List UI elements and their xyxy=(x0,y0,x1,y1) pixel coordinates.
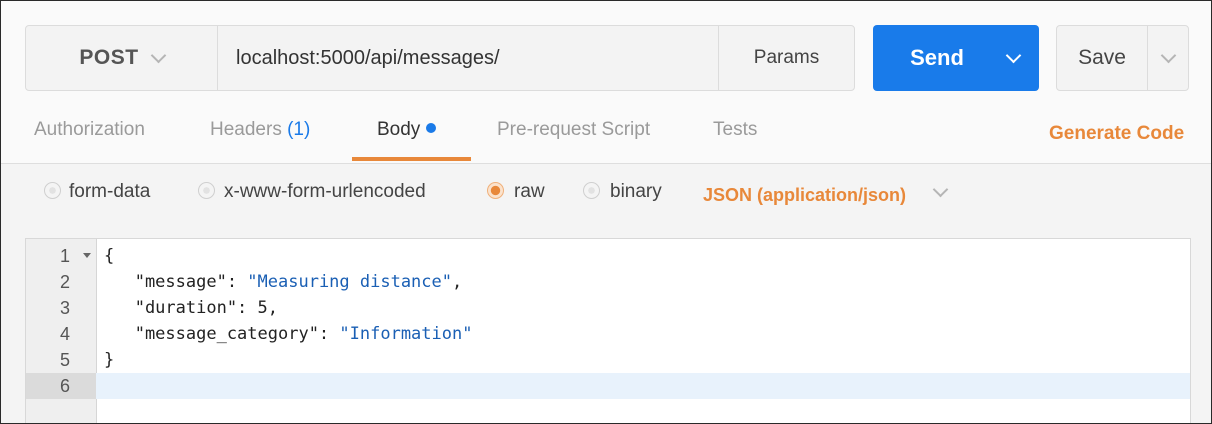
chevron-down-icon[interactable] xyxy=(932,181,949,198)
tab-headers[interactable]: Headers (1) xyxy=(210,119,310,141)
radio-label-raw[interactable]: raw xyxy=(514,181,545,203)
radio-x-www-form-urlencoded[interactable] xyxy=(198,182,215,199)
tab-label: Pre-request Script xyxy=(497,119,651,140)
content-type-select[interactable]: JSON (application/json) xyxy=(703,185,906,206)
radio-binary[interactable] xyxy=(583,182,600,199)
editor-line: 1 { xyxy=(26,243,1190,269)
fold-arrow-icon[interactable] xyxy=(83,253,91,258)
line-number: 6 xyxy=(26,373,96,399)
method-label: POST xyxy=(79,46,139,69)
save-button[interactable]: Save xyxy=(1057,26,1148,90)
method-select[interactable]: POST xyxy=(26,26,218,90)
editor-line-current: 6 xyxy=(26,373,1190,399)
radio-form-data[interactable] xyxy=(44,182,61,199)
tab-label: Tests xyxy=(713,119,758,140)
send-button-group: Send xyxy=(873,25,1039,91)
body-editor[interactable]: 1 { 2 "message": "Measuring distance", 3… xyxy=(25,238,1191,423)
modified-dot-icon xyxy=(426,123,437,133)
code-text: { xyxy=(104,246,115,266)
line-number: 4 xyxy=(59,324,70,344)
tab-tests[interactable]: Tests xyxy=(713,119,757,141)
save-button-group: Save xyxy=(1056,25,1189,91)
send-button[interactable]: Send xyxy=(873,25,987,91)
code-text: "message": "Measuring distance", xyxy=(104,272,463,292)
tab-label: Headers xyxy=(210,119,282,140)
postman-request-panel: POST localhost:5000/api/messages/ Params… xyxy=(0,0,1212,424)
tab-authorization[interactable]: Authorization xyxy=(34,119,145,141)
headers-count-badge: (1) xyxy=(287,119,311,140)
params-button[interactable]: Params xyxy=(718,26,854,90)
line-number: 3 xyxy=(59,298,70,318)
tab-pre-request-script[interactable]: Pre-request Script xyxy=(497,119,650,141)
send-dropdown[interactable] xyxy=(987,25,1039,91)
url-input[interactable]: localhost:5000/api/messages/ xyxy=(218,26,718,90)
active-tab-indicator xyxy=(352,157,471,161)
code-text: "message_category": "Information" xyxy=(104,324,473,344)
radio-raw[interactable] xyxy=(487,182,504,199)
code-text: } xyxy=(104,350,115,370)
tab-body[interactable]: Body xyxy=(377,119,437,141)
chevron-down-icon xyxy=(1005,47,1021,63)
radio-label-form-data[interactable]: form-data xyxy=(69,181,150,203)
editor-line: 3 "duration": 5, xyxy=(26,295,1190,321)
code-text: "duration": 5, xyxy=(104,298,278,318)
url-bar: POST localhost:5000/api/messages/ Params xyxy=(25,25,855,91)
editor-line: 5 } xyxy=(26,347,1190,373)
tab-label: Authorization xyxy=(34,119,145,140)
line-number: 2 xyxy=(59,272,70,292)
radio-label-x-www-form-urlencoded[interactable]: x-www-form-urlencoded xyxy=(224,181,426,203)
generate-code-link[interactable]: Generate Code xyxy=(1049,123,1184,145)
chevron-down-icon xyxy=(1160,47,1176,63)
save-dropdown[interactable] xyxy=(1148,26,1188,90)
line-number: 5 xyxy=(59,350,70,370)
tab-label: Body xyxy=(377,119,421,140)
chevron-down-icon xyxy=(150,47,166,63)
radio-label-binary[interactable]: binary xyxy=(610,181,662,203)
editor-line: 4 "message_category": "Information" xyxy=(26,321,1190,347)
editor-line: 2 "message": "Measuring distance", xyxy=(26,269,1190,295)
